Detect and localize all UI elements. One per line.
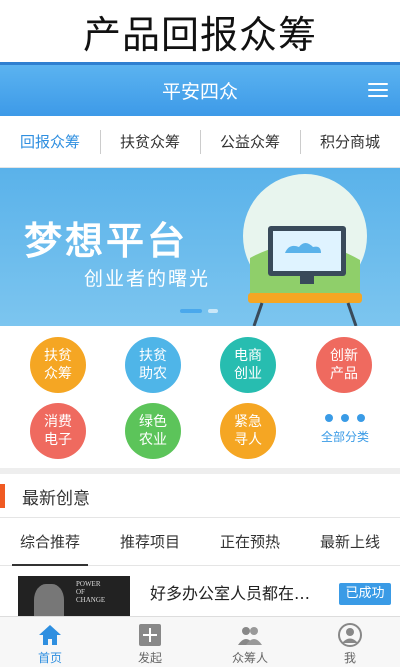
nav-home[interactable]: 首页 bbox=[0, 617, 100, 667]
project-thumbnail: POWER OF CHANGE bbox=[18, 576, 130, 616]
app-title: 平安四众 bbox=[161, 81, 238, 103]
nav-create[interactable]: 发起 bbox=[100, 617, 200, 667]
menu-icon[interactable] bbox=[368, 83, 388, 99]
home-icon bbox=[39, 625, 61, 645]
bottom-navigation: 首页 发起 众筹人 我 bbox=[0, 616, 400, 667]
category-innovation[interactable]: 创新产品 bbox=[316, 337, 372, 393]
tab-charity-crowdfunding[interactable]: 公益众筹 bbox=[200, 129, 300, 154]
tab-warming-up[interactable]: 正在预热 bbox=[200, 518, 300, 566]
section-header: 最新创意 bbox=[0, 474, 400, 518]
tab-featured-projects[interactable]: 推荐项目 bbox=[100, 518, 200, 566]
category-grid: 扶贫众筹 扶贫助农 电商创业 创新产品 消费电子 绿色农业 紧急寻人 bbox=[0, 326, 400, 468]
category-electronics[interactable]: 消费电子 bbox=[30, 403, 86, 459]
category-missing-person[interactable]: 紧急寻人 bbox=[220, 403, 276, 459]
all-categories-button[interactable]: 全部分类 bbox=[310, 414, 380, 445]
category-green-agriculture[interactable]: 绿色农业 bbox=[125, 403, 181, 459]
people-icon bbox=[238, 627, 262, 645]
promo-banner[interactable]: 梦想平台 创业者的曙光 bbox=[0, 168, 400, 326]
user-icon bbox=[338, 623, 362, 647]
tab-recommended[interactable]: 综合推荐 bbox=[0, 518, 100, 566]
project-filter-tabs: 综合推荐 推荐项目 正在预热 最新上线 bbox=[0, 518, 400, 566]
tab-poverty-crowdfunding[interactable]: 扶贫众筹 bbox=[100, 129, 200, 154]
category-poverty-farming[interactable]: 扶贫助农 bbox=[125, 337, 181, 393]
category-ecommerce[interactable]: 电商创业 bbox=[220, 337, 276, 393]
app-header: 平安四众 bbox=[0, 62, 400, 116]
nav-profile[interactable]: 我 bbox=[300, 617, 400, 667]
carousel-indicator bbox=[180, 309, 218, 313]
plus-icon bbox=[139, 624, 161, 646]
banner-subtitle: 创业者的曙光 bbox=[84, 268, 211, 290]
banner-headline: 梦想平台 bbox=[24, 219, 189, 263]
project-title: 好多办公室人员都在… bbox=[150, 584, 311, 603]
page-title: 产品回报众筹 bbox=[0, 0, 400, 62]
category-tabs: 回报众筹 扶贫众筹 公益众筹 积分商城 bbox=[0, 116, 400, 168]
section-accent-bar bbox=[0, 484, 5, 508]
tab-points-mall[interactable]: 积分商城 bbox=[300, 129, 400, 154]
tab-return-crowdfunding[interactable]: 回报众筹 bbox=[0, 130, 100, 154]
tab-newly-launched[interactable]: 最新上线 bbox=[300, 518, 400, 566]
status-badge: 已成功 bbox=[339, 583, 391, 605]
section-title: 最新创意 bbox=[22, 489, 90, 509]
more-dots-icon bbox=[310, 414, 380, 422]
nav-crowdfunders[interactable]: 众筹人 bbox=[200, 617, 300, 667]
all-categories-label: 全部分类 bbox=[320, 430, 369, 444]
category-poverty-crowdfunding[interactable]: 扶贫众筹 bbox=[30, 337, 86, 393]
